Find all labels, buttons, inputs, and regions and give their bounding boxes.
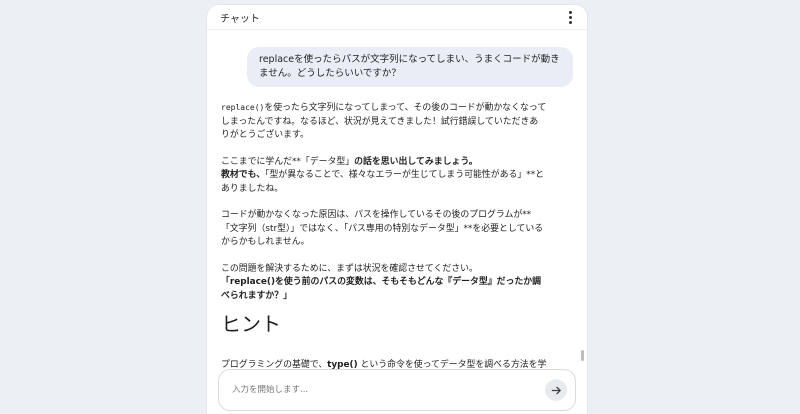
inline-code: replace() — [221, 103, 265, 112]
send-button[interactable] — [545, 379, 567, 401]
assistant-paragraph-4: この問題を解決するために、まずは状況を確認させてください。「replace()を… — [221, 263, 547, 304]
paragraph-text: プログラミングの基礎で、 — [221, 360, 328, 369]
inline-code: type() — [327, 360, 358, 369]
chat-panel: チャット replaceを使ったらパスが文字列になってしまい、うまくコードが動き… — [207, 5, 587, 414]
assistant-message: replace()を使ったら文字列になってしまって、その後のコードが動かなくなっ… — [207, 87, 587, 369]
paragraph-text: ここまでに学んだ**「データ型」 — [221, 156, 355, 167]
bold-text: 教材でも、 — [221, 170, 266, 180]
chat-header: チャット — [207, 5, 587, 30]
message-list[interactable]: replaceを使ったらパスが文字列になってしまい、うまくコードが動きません。ど… — [207, 31, 587, 369]
chat-input[interactable] — [232, 385, 512, 395]
arrow-right-icon — [551, 386, 561, 394]
paragraph-text: この問題を解決するために、まずは状況を確認させてください。 — [221, 263, 478, 274]
chat-title: チャット — [220, 13, 260, 25]
paragraph-text: 「型が異なることで、様々なエラーが生じてしまう可能性がある」**とありましたね。 — [221, 170, 545, 194]
bold-text: の話を思い出してみましょう。 — [354, 156, 478, 167]
assistant-paragraph-2: ここまでに学んだ**「データ型」の話を思い出してみましょう。教材でも、「型が異な… — [221, 156, 547, 197]
more-vert-icon[interactable] — [563, 9, 577, 25]
chat-input-box — [218, 369, 576, 411]
scrollbar-thumb[interactable] — [581, 350, 584, 361]
assistant-paragraph-1: replace()を使ったら文字列になってしまって、その後のコードが動かなくなっ… — [221, 101, 547, 143]
assistant-paragraph-5: プログラミングの基礎で、type() という命令を使ってデータ型を調べる方法を学… — [221, 359, 547, 369]
bold-question: 「replace()を使う前のパスの変数は、そもそもどんな『データ型』だったか調… — [221, 277, 541, 301]
assistant-paragraph-3: コードが動かなくなった原因は、パスを操作しているその後のプログラムが**「文字列… — [221, 210, 544, 247]
hint-heading: ヒント — [221, 312, 281, 336]
user-message-row: replaceを使ったらパスが文字列になってしまい、うまくコードが動きません。ど… — [207, 31, 587, 87]
user-message-bubble: replaceを使ったらパスが文字列になってしまい、うまくコードが動きません。ど… — [247, 47, 573, 87]
paragraph-text: を使ったら文字列になってしまって、その後のコードが動かなくなってしまったんですね… — [221, 103, 547, 140]
